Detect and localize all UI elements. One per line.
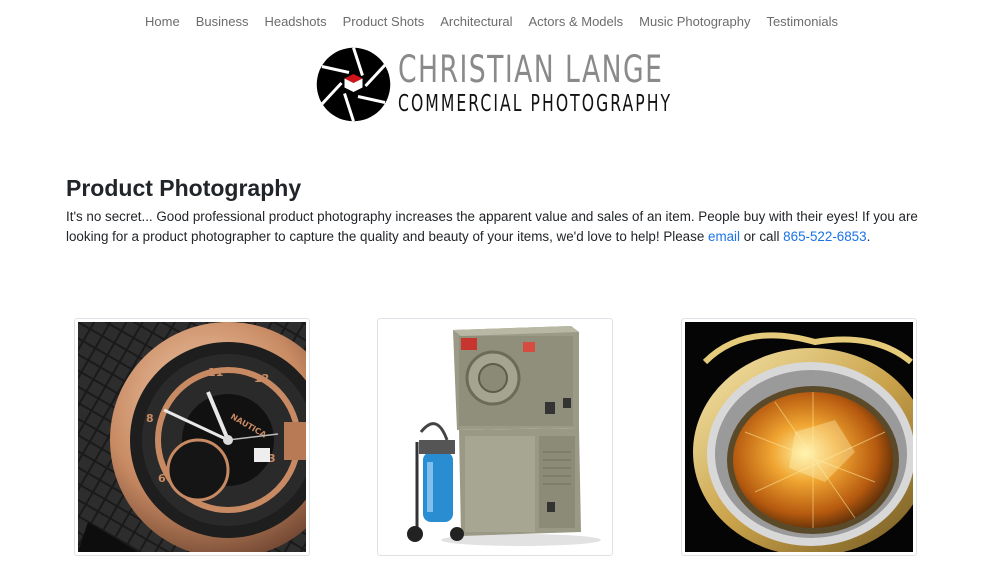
nav-home[interactable]: Home <box>137 14 188 30</box>
nav-actors-models[interactable]: Actors & Models <box>521 14 632 30</box>
watch-image: 11 12 3 8 6 NAUTICA <box>78 322 306 552</box>
email-link[interactable]: email <box>708 229 740 244</box>
svg-text:11: 11 <box>208 366 223 379</box>
gallery-item-sterilizer[interactable] <box>377 318 613 556</box>
ring-image <box>685 322 913 552</box>
nav-testimonials[interactable]: Testimonials <box>758 14 846 30</box>
intro-paragraph: It's no secret... Good professional prod… <box>66 207 936 247</box>
gallery-item-ring[interactable] <box>681 318 917 556</box>
intro-middle-text: or call <box>740 229 784 244</box>
logo-title: CHRISTIAN LANGE <box>398 48 664 91</box>
phone-link[interactable]: 865-522-6853 <box>783 229 866 244</box>
logo-subtitle: COMMERCIAL PHOTOGRAPHY <box>398 91 673 117</box>
svg-text:6: 6 <box>158 472 166 485</box>
intro-end-text: . <box>866 229 871 244</box>
page-title: Product Photography <box>66 175 302 201</box>
nav-business[interactable]: Business <box>188 14 257 30</box>
aperture-logo-icon <box>316 46 391 122</box>
svg-text:8: 8 <box>146 412 154 425</box>
nav-product-shots[interactable]: Product Shots <box>335 14 433 30</box>
svg-text:12: 12 <box>254 372 269 385</box>
nav-architectural[interactable]: Architectural <box>432 14 520 30</box>
main-nav: Home Business Headshots Product Shots Ar… <box>0 14 983 30</box>
sterilizer-image <box>381 322 609 552</box>
nav-music-photography[interactable]: Music Photography <box>631 14 758 30</box>
gallery-item-watch[interactable]: 11 12 3 8 6 NAUTICA <box>74 318 310 556</box>
product-section: Product Photography It's no secret... Go… <box>66 173 936 247</box>
nav-headshots[interactable]: Headshots <box>256 14 334 30</box>
product-gallery: 11 12 3 8 6 NAUTICA <box>0 318 983 583</box>
site-logo[interactable]: CHRISTIAN LANGE COMMERCIAL PHOTOGRAPHY <box>316 44 680 124</box>
